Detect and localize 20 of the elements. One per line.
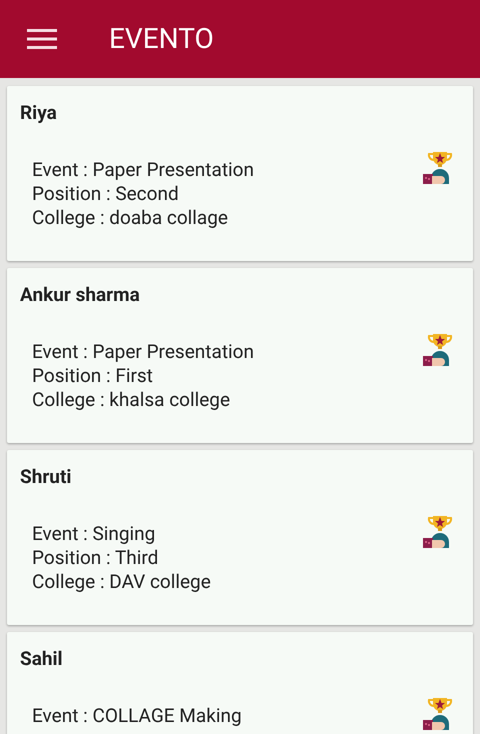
event-text: Event : COLLAGE Making	[32, 704, 242, 728]
position-text: Position : Third	[32, 546, 160, 570]
winner-card[interactable]: Shruti Event : Singing Position : Third College : DAV college	[7, 450, 473, 625]
winner-card[interactable]: Ankur sharma Event : Paper Presentation Position : First College : khalsa college	[7, 268, 473, 443]
winner-name: Shruti	[20, 465, 72, 489]
winner-name: Sahil	[20, 647, 64, 671]
college-text: College : khalsa college	[32, 388, 232, 412]
winner-card[interactable]: Sahil Event : COLLAGE Making	[7, 632, 473, 734]
position-text: Position : Second	[32, 182, 180, 206]
menu-icon[interactable]	[27, 29, 57, 49]
event-text: Event : Singing	[32, 522, 156, 546]
winner-name: Ankur sharma	[20, 283, 141, 307]
winner-name: Riya	[20, 101, 58, 125]
event-text: Event : Paper Presentation	[32, 158, 254, 182]
college-text: College : DAV college	[32, 570, 211, 594]
app-title: EVENTO	[109, 21, 214, 57]
college-text: College : doaba collage	[32, 206, 229, 230]
event-text: Event : Paper Presentation	[32, 340, 254, 364]
position-text: Position : First	[32, 364, 154, 388]
winner-card[interactable]: Riya Event : Paper Presentation Position : Second College : doaba collage	[7, 86, 473, 261]
